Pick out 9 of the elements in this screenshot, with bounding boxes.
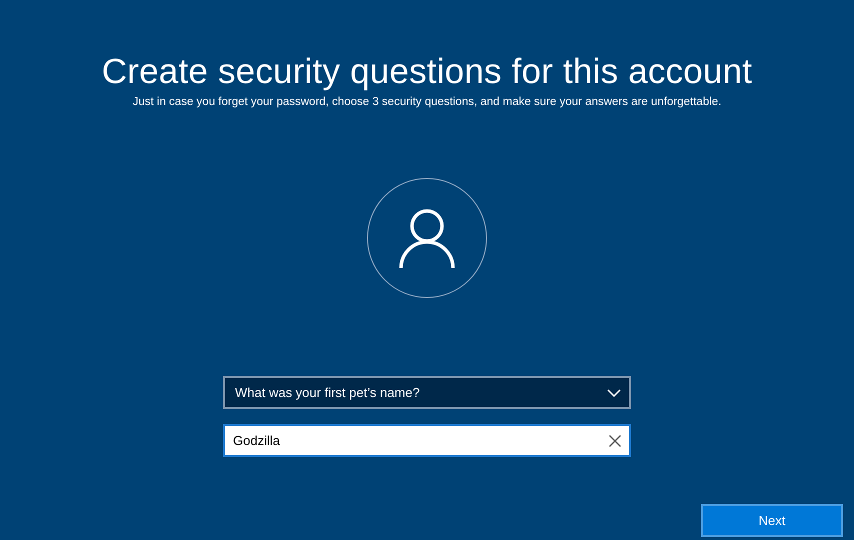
- page-title: Create security questions for this account: [102, 52, 752, 92]
- question-dropdown[interactable]: What was your first pet’s name?: [223, 376, 631, 409]
- next-button[interactable]: Next: [701, 504, 843, 537]
- answer-field[interactable]: Godzilla: [223, 424, 631, 457]
- chevron-down-icon: [607, 388, 621, 396]
- avatar-icon: [367, 178, 487, 298]
- clear-icon[interactable]: [609, 435, 621, 447]
- instruction-text: Just in case you forget your password, choose 3 security questions, and make sure your answers are unforgettable.: [132, 96, 722, 108]
- dropdown-value: What was your first pet’s name?: [235, 385, 420, 400]
